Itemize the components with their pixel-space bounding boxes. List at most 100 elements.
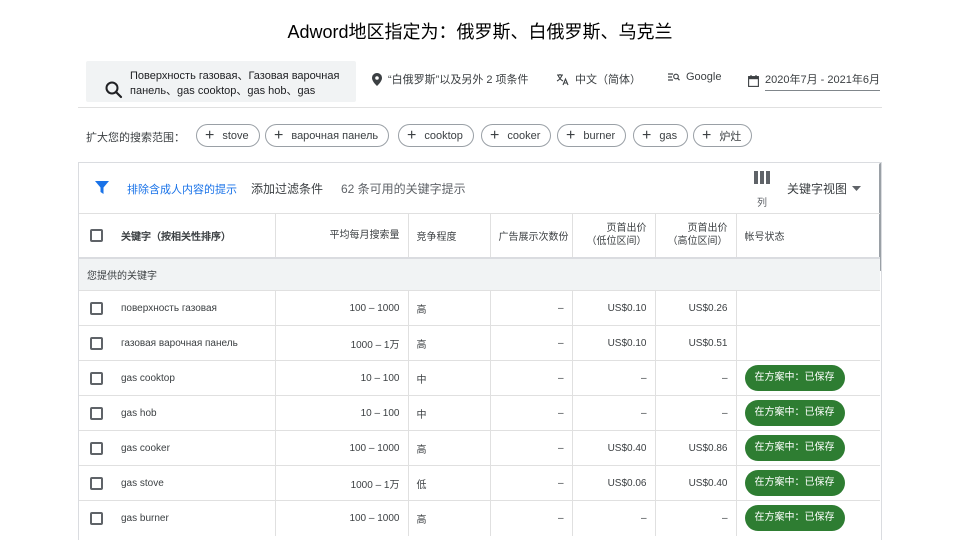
status-cell: 在方案中：已保存 — [735, 430, 880, 466]
language-label: 中文（简体） — [575, 74, 641, 86]
header-top-bid-high-label: 页首出价 （高位区间） — [667, 223, 728, 248]
competition-cell: 高 — [407, 325, 490, 361]
competition-cell: 低 — [407, 465, 490, 501]
keyword-view-dropdown[interactable]: 关键字视图 — [787, 180, 862, 197]
header-keyword[interactable]: 关键字（按相关性排序） — [113, 213, 275, 258]
row-checkbox[interactable] — [90, 476, 103, 490]
network-selector[interactable]: Google — [668, 71, 721, 83]
dropdown-arrow-icon — [852, 186, 862, 191]
keyword-results-panel: 排除含成人内容的提示 添加过滤条件 62 条可用的关键字提示 列 关键字视图 关… — [78, 162, 882, 540]
status-cell — [735, 290, 880, 326]
broaden-chip-burner[interactable]: + burner — [557, 124, 627, 147]
keyword-query-box[interactable]: Поверхность газовая、Газовая варочная пан… — [86, 61, 356, 102]
select-all-checkbox[interactable] — [90, 228, 103, 242]
impression-share-cell: – — [489, 500, 572, 536]
header-top-bid-high[interactable]: 页首出价 （高位区间） — [654, 213, 736, 258]
translate-icon — [556, 73, 569, 85]
columns-label: 列 — [757, 198, 767, 209]
broaden-chip-varochnaya-panel[interactable]: + варочная панель — [265, 124, 390, 147]
header-avg-monthly-searches[interactable]: 平均每月搜索量 — [274, 213, 408, 258]
language-selector[interactable]: 中文（简体） — [556, 71, 641, 87]
select-all-cell — [79, 213, 113, 258]
keyword-cell: gas cooktop — [113, 360, 275, 396]
row-checkbox[interactable] — [90, 441, 103, 455]
columns-button[interactable]: 列 — [751, 171, 773, 209]
exclude-adult-filter-link[interactable]: 排除含成人内容的提示 — [127, 181, 237, 197]
searches-cell: 10 – 100 — [274, 395, 408, 431]
keyword-cell: поверхность газовая — [113, 290, 275, 326]
keyword-cell: газовая варочная панель — [113, 325, 275, 361]
table-row[interactable]: gas cooktop 10 – 100 中 – – – 在方案中：已保存 — [79, 360, 880, 396]
broaden-chip-cooktop[interactable]: + cooktop — [398, 124, 474, 147]
row-select-cell — [79, 500, 113, 536]
bid-low-cell: – — [571, 395, 655, 431]
query-text: Поверхность газовая、Газовая варочная пан… — [130, 69, 352, 99]
bid-high-cell: – — [654, 395, 736, 431]
search-network-icon — [668, 73, 680, 81]
plus-icon: + — [274, 126, 284, 144]
status-badge[interactable]: 在方案中：已保存 — [744, 365, 845, 391]
chip-label: stove — [222, 129, 249, 142]
keyword-cell: gas stove — [113, 465, 275, 501]
searches-cell: 1000 – 1万 — [274, 325, 408, 361]
header-account-status[interactable]: 帐号状态 — [735, 213, 880, 258]
broaden-search-label: 扩大您的搜索范围： — [86, 132, 185, 144]
plus-icon: + — [205, 126, 215, 144]
table-row[interactable]: gas burner 100 – 1000 高 – – – 在方案中：已保存 — [79, 500, 880, 536]
table-row[interactable]: gas cooker 100 – 1000 高 – US$0.40 US$0.8… — [79, 430, 880, 466]
group-label: 您提供的关键字 — [79, 256, 880, 291]
row-checkbox[interactable] — [90, 336, 103, 350]
broaden-chip-gas[interactable]: + gas — [633, 124, 689, 147]
broaden-chip-stove-zh[interactable]: + 炉灶 — [693, 124, 753, 147]
keyword-view-label: 关键字视图 — [787, 182, 848, 196]
competition-cell: 高 — [407, 290, 490, 326]
chip-label: burner — [583, 129, 616, 142]
row-select-cell — [79, 430, 113, 466]
bid-high-cell: US$0.26 — [654, 290, 736, 326]
competition-cell: 高 — [407, 430, 490, 466]
searches-cell: 100 – 1000 — [274, 500, 408, 536]
status-badge[interactable]: 在方案中：已保存 — [744, 505, 845, 532]
table-row[interactable]: gas stove 1000 – 1万 低 – US$0.06 US$0.40 … — [79, 465, 880, 501]
status-cell — [735, 325, 880, 361]
chip-label: cooktop — [424, 129, 463, 142]
plus-icon: + — [566, 126, 576, 144]
bid-low-cell: – — [571, 360, 655, 396]
row-checkbox[interactable] — [90, 406, 103, 420]
network-label: Google — [686, 71, 722, 83]
filter-funnel-icon[interactable] — [95, 181, 109, 194]
broaden-chip-cooker[interactable]: + cooker — [481, 124, 552, 147]
add-filter-button[interactable]: 添加过滤条件 — [251, 180, 323, 197]
status-badge[interactable]: 在方案中：已保存 — [744, 400, 845, 426]
table-row[interactable]: поверхность газовая 100 – 1000 高 – US$0.… — [79, 290, 880, 326]
table-row[interactable]: газовая варочная панель 1000 – 1万 高 – US… — [79, 325, 880, 361]
impression-share-cell: – — [489, 430, 572, 466]
searches-cell: 10 – 100 — [274, 360, 408, 396]
row-checkbox[interactable] — [90, 511, 103, 525]
table-row[interactable]: gas hob 10 – 100 中 – – – 在方案中：已保存 — [79, 395, 880, 431]
chip-label: cooker — [507, 129, 541, 142]
plus-icon: + — [642, 126, 652, 144]
competition-cell: 中 — [407, 360, 490, 396]
header-impression-share[interactable]: 广告展示次数份 — [489, 213, 572, 258]
row-checkbox[interactable] — [90, 301, 103, 315]
plus-icon: + — [490, 126, 500, 144]
table-header-row: 关键字（按相关性排序） 平均每月搜索量 竞争程度 广告展示次数份 页首出价 （低… — [79, 213, 880, 258]
competition-cell: 高 — [407, 500, 490, 536]
status-cell: 在方案中：已保存 — [735, 500, 880, 536]
row-checkbox[interactable] — [90, 371, 103, 385]
status-badge[interactable]: 在方案中：已保存 — [744, 435, 845, 461]
row-select-cell — [79, 290, 113, 326]
header-competition[interactable]: 竞争程度 — [407, 213, 490, 258]
broaden-chip-stove[interactable]: + stove — [196, 124, 260, 147]
header-top-bid-low[interactable]: 页首出价 （低位区间） — [571, 213, 655, 258]
location-selector[interactable]: “白俄罗斯”以及另外 2 项条件 — [372, 71, 529, 87]
keyword-table: 关键字（按相关性排序） 平均每月搜索量 竞争程度 广告展示次数份 页首出价 （低… — [79, 213, 880, 536]
slide-title: Adword地区指定为：俄罗斯、白俄罗斯、乌克兰 — [287, 22, 673, 42]
plus-icon: + — [407, 126, 417, 144]
bid-high-cell: US$0.51 — [654, 325, 736, 361]
date-range-selector[interactable]: 2020年7月 - 2021年6月 — [748, 71, 880, 91]
bid-high-cell: – — [654, 500, 736, 536]
query-line-1: Поверхность газовая、Газовая варочная — [130, 70, 340, 82]
status-badge[interactable]: 在方案中：已保存 — [744, 470, 845, 496]
